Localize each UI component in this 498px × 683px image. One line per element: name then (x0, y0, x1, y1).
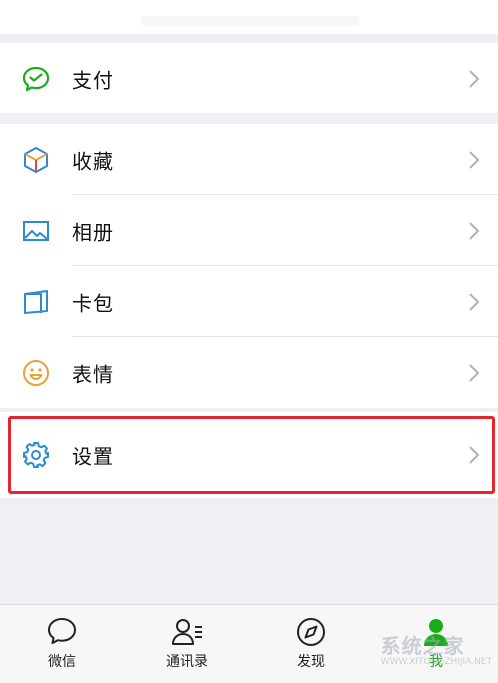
chevron-right-icon (469, 150, 480, 169)
menu-label-cards: 卡包 (72, 291, 114, 315)
menu-label-album: 相册 (72, 220, 114, 244)
wallet-icon (24, 289, 48, 314)
menu-group-pay: 支付 (0, 43, 498, 113)
top-strip (0, 0, 498, 34)
settings-highlight-box (8, 416, 495, 494)
contacts-icon (172, 619, 202, 645)
menu-item-favorites[interactable]: 收藏 (0, 124, 498, 195)
cube-icon (24, 146, 48, 173)
menu-item-cards[interactable]: 卡包 (0, 266, 498, 337)
watermark-title: 系统之家 (380, 634, 465, 658)
pay-icon (22, 66, 50, 91)
tab-label-contacts: 通讯录 (166, 654, 208, 670)
menu-label-pay: 支付 (72, 68, 114, 92)
menu-item-album[interactable]: 相册 (0, 195, 498, 266)
menu-group-main: 收藏 相册 卡包 表情 (0, 124, 498, 408)
chevron-right-icon (469, 221, 480, 240)
tab-chats[interactable]: 微信 (2, 605, 122, 683)
menu-label-stickers: 表情 (72, 362, 114, 386)
smiley-icon (23, 359, 49, 386)
watermark-url: WWW.XITONGZHIJIA.NET (380, 657, 492, 667)
tab-label-discover: 发现 (297, 654, 325, 670)
chevron-right-icon (469, 292, 480, 311)
menu-item-pay[interactable]: 支付 (0, 43, 498, 114)
tab-discover[interactable]: 发现 (251, 605, 371, 683)
watermark: 系统之家 WWW.XITONGZHIJIA.NET (381, 630, 492, 667)
chat-bubble-icon (48, 618, 76, 644)
tab-contacts[interactable]: 通讯录 (127, 605, 247, 683)
menu-label-favorites: 收藏 (72, 149, 114, 173)
compass-icon (297, 618, 325, 646)
image-icon (23, 220, 49, 241)
tab-label-chats: 微信 (48, 654, 76, 670)
menu-item-stickers[interactable]: 表情 (0, 337, 498, 408)
chevron-right-icon (469, 69, 480, 88)
chevron-right-icon (469, 363, 480, 382)
